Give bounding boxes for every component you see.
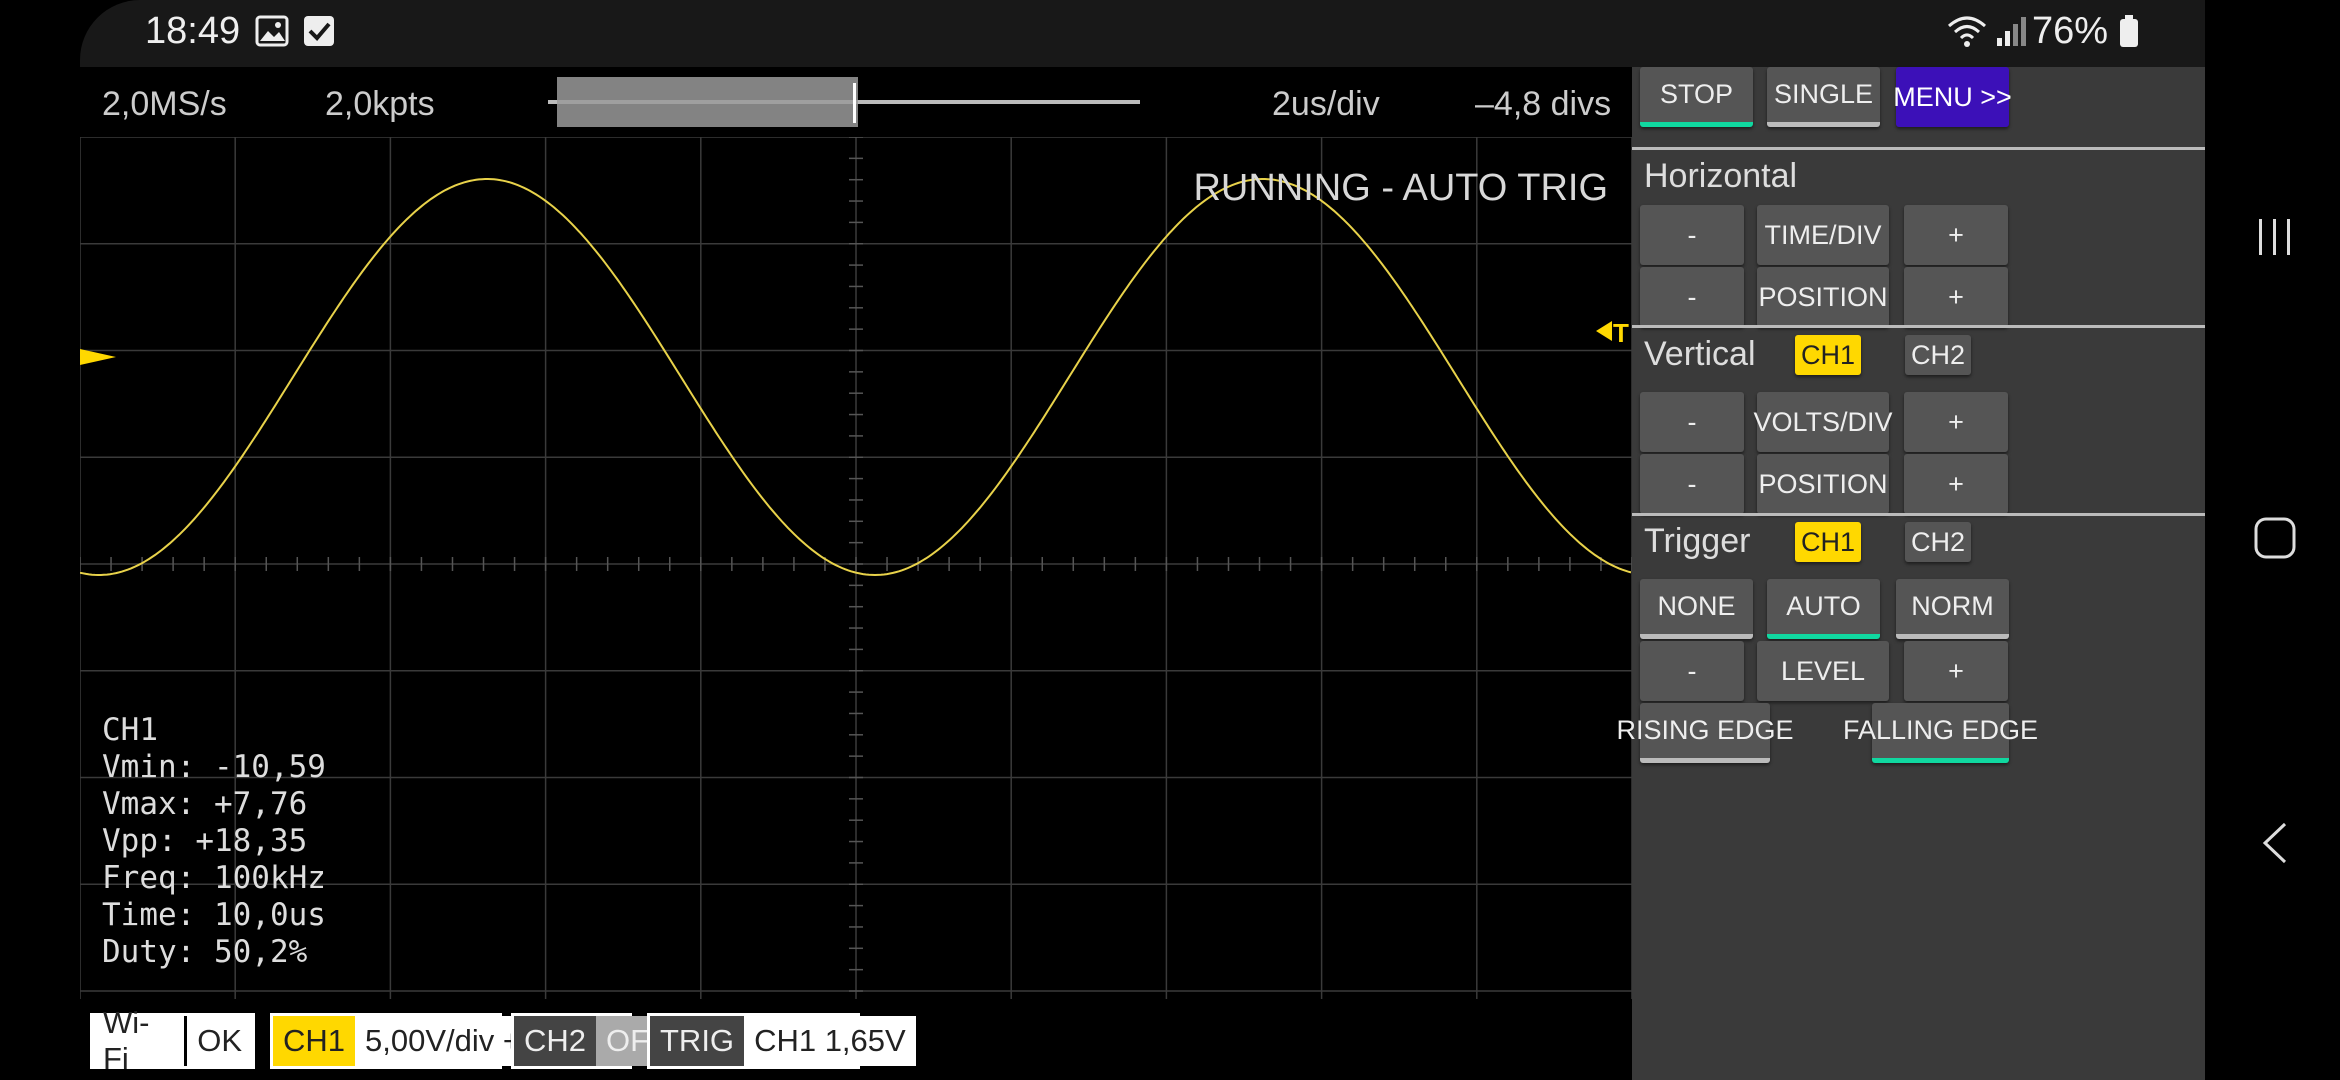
ch1-status-chip[interactable]: CH1 5,00V/div +1,65V: [270, 1013, 612, 1069]
horizontal-position-label-button[interactable]: POSITION: [1757, 267, 1889, 327]
back-icon[interactable]: [2257, 820, 2293, 866]
trigger-level-label-button[interactable]: LEVEL: [1757, 641, 1889, 701]
trigger-title: Trigger: [1644, 522, 1751, 560]
horizontal-timediv-minus-button[interactable]: -: [1640, 205, 1744, 265]
wifi-label: Wi-Fi: [93, 1005, 188, 1076]
vertical-voltsdiv-plus-button[interactable]: +: [1904, 392, 2008, 452]
wifi-icon: [1948, 16, 1986, 47]
zoom-window-handle[interactable]: [557, 77, 858, 127]
signal-icon: [1997, 17, 2026, 46]
vertical-ch2-button[interactable]: CH2: [1905, 335, 1971, 375]
falling-edge-button[interactable]: FALLING EDGE: [1843, 703, 2038, 763]
checkbox-icon: [304, 16, 334, 46]
vertical-title: Vertical: [1644, 335, 1756, 373]
wifi-status-chip: Wi-Fi OK: [90, 1005, 255, 1076]
horizontal-position-minus-button[interactable]: -: [1640, 267, 1744, 327]
ch2-label: CH2: [514, 1016, 597, 1066]
recent-apps-icon[interactable]: [2253, 215, 2297, 259]
gallery-icon: [255, 15, 289, 47]
measure-vpp: Vpp: +18,35: [102, 823, 308, 859]
trigger-none-button[interactable]: NONE: [1640, 579, 1753, 639]
time-per-div: 2us/div: [1272, 85, 1380, 123]
trigger-norm-button[interactable]: NORM: [1896, 579, 2009, 639]
horizontal-timediv-plus-button[interactable]: +: [1904, 205, 2008, 265]
ch1-label: CH1: [273, 1016, 356, 1066]
trigger-position-marker: [853, 83, 856, 123]
sample-rate: 2,0MS/s: [102, 85, 227, 123]
measure-vmax: Vmax: +7,76: [102, 786, 308, 822]
rising-edge-button[interactable]: RISING EDGE: [1616, 703, 1794, 763]
record-length: 2,0kpts: [325, 85, 435, 123]
vertical-position-minus-button[interactable]: -: [1640, 454, 1744, 514]
scope-header: 2,0MS/s 2,0kpts 2us/div –4,8 divs: [80, 67, 1632, 137]
trigger-ch2-button[interactable]: CH2: [1905, 522, 1971, 562]
trigger-auto-button[interactable]: AUTO: [1767, 579, 1880, 639]
ch1-offset-marker[interactable]: [80, 349, 116, 365]
measure-freq: Freq: 100kHz: [102, 860, 326, 896]
ch2-status-chip[interactable]: CH2 OFF: [511, 1013, 679, 1069]
run-status: RUNNING - AUTO TRIG: [1193, 167, 1608, 209]
measure-channel: CH1: [102, 712, 158, 748]
vertical-position-plus-button[interactable]: +: [1904, 454, 2008, 514]
scope-screen[interactable]: T RUNNING - AUTO TRIG CH1 Vmin: -10,59 V…: [80, 137, 1632, 999]
volts-div-label-button[interactable]: VOLTS/DIV: [1753, 392, 1893, 452]
measure-duty: Duty: 50,2%: [102, 934, 308, 970]
stop-button[interactable]: STOP: [1640, 67, 1753, 127]
wifi-value: OK: [187, 1016, 252, 1066]
trigger-level-marker[interactable]: [1596, 321, 1612, 341]
vertical-voltsdiv-minus-button[interactable]: -: [1640, 392, 1744, 452]
vertical-position-label-button[interactable]: POSITION: [1757, 454, 1889, 514]
trigger-level-minus-button[interactable]: -: [1640, 641, 1744, 701]
battery-icon: [2120, 15, 2138, 47]
clock: 18:49: [145, 10, 241, 52]
horizontal-offset: –4,8 divs: [1475, 85, 1612, 123]
measure-vmin: Vmin: -10,59: [102, 749, 326, 785]
control-panel: STOP SINGLE MENU >> Horizontal - TIME/DI…: [1616, 67, 2205, 1080]
trigger-marker-label: T: [1613, 318, 1629, 348]
trigger-ch1-button[interactable]: CH1: [1795, 522, 1861, 562]
bottom-status-strip: Wi-Fi OK CH1 5,00V/div +1,65V CH2 OFF TR…: [80, 1000, 1632, 1080]
divider: [1632, 147, 2205, 150]
divider: [1632, 325, 2205, 328]
vertical-ch1-button[interactable]: CH1: [1795, 335, 1861, 375]
status-bar: 18:49 76%: [80, 0, 2205, 67]
horizontal-position-plus-button[interactable]: +: [1904, 267, 2008, 327]
app-frame: 18:49 76% 2,0MS/s 2,0kpts 2us/div –4,8 d…: [80, 0, 2205, 1080]
measurement-readout: CH1 Vmin: -10,59 Vmax: +7,76 Vpp: +18,35…: [102, 712, 326, 971]
horizontal-title: Horizontal: [1644, 157, 1798, 195]
measure-time: Time: 10,0us: [102, 897, 326, 933]
navigation-bar: [2205, 0, 2340, 1080]
time-div-label-button[interactable]: TIME/DIV: [1757, 205, 1889, 265]
divider: [1632, 513, 2205, 516]
trigger-level-plus-button[interactable]: +: [1904, 641, 2008, 701]
trig-value: CH1 1,65V: [744, 1016, 916, 1066]
menu-button[interactable]: MENU >>: [1893, 67, 2012, 127]
trig-label: TRIG: [650, 1016, 745, 1066]
home-icon[interactable]: [2253, 516, 2297, 560]
single-button[interactable]: SINGLE: [1767, 67, 1880, 127]
battery-percent: 76%: [2032, 10, 2109, 52]
trig-status-chip[interactable]: TRIG CH1 1,65V: [647, 1013, 916, 1069]
